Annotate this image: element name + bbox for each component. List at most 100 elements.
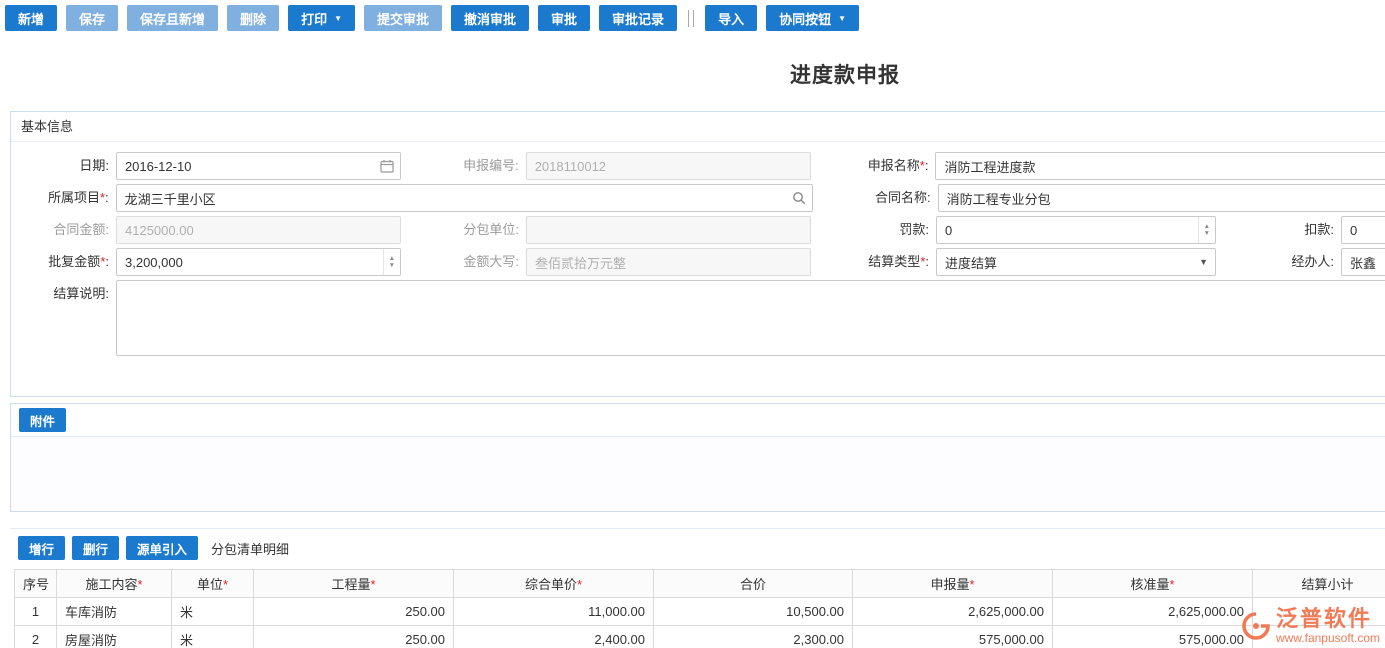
settlement-type-select[interactable]: 进度结算 ▼ (936, 248, 1216, 276)
cell-total-price[interactable]: 10,500.00 (653, 597, 853, 626)
cell-seq: 1 (14, 597, 57, 626)
cell-seq: 2 (14, 625, 57, 648)
number-stepper[interactable]: ▲ ▼ (382, 249, 400, 275)
contract-amount-input: 4125000.00 (116, 216, 401, 244)
date-label: 日期: (79, 158, 109, 173)
penalty-value: 0 (945, 222, 953, 238)
declare-name-label: 申报名称*: (867, 158, 929, 173)
contract-name-label: 合同名称: (875, 190, 931, 205)
cell-unit-price[interactable]: 2,400.00 (453, 625, 654, 648)
step-down-icon[interactable]: ▼ (389, 262, 395, 269)
save-button[interactable]: 保存 (66, 5, 119, 31)
amount-in-words-input: 叁佰贰拾万元整 (526, 248, 811, 276)
step-up-icon[interactable]: ▲ (1204, 223, 1210, 230)
delete-button[interactable]: 删除 (227, 5, 280, 31)
revoke-approval-button[interactable]: 撤消审批 (451, 5, 530, 31)
declare-name-value: 消防工程进度款 (944, 159, 1036, 175)
contract-name-input[interactable]: 消防工程专业分包 (937, 184, 1385, 212)
penalty-input[interactable]: 0 ▲ ▼ (936, 216, 1216, 244)
cell-quantity[interactable]: 250.00 (253, 625, 454, 648)
subcontract-unit-label: 分包单位: (463, 222, 519, 237)
approval-record-button[interactable]: 审批记录 (599, 5, 678, 31)
attachment-empty-area (11, 437, 1385, 511)
detail-toolbar: 增行 删行 源单引入 分包清单明细 (10, 536, 1385, 560)
chevron-down-icon: ▼ (838, 13, 847, 23)
cell-unit-price[interactable]: 11,000.00 (453, 597, 654, 626)
search-icon[interactable] (792, 191, 806, 205)
print-button-label: 打印 (301, 11, 328, 27)
basic-info-panel: 基本信息 日期: 2016-12-10 申报编号: 2018110012 申报名… (10, 111, 1385, 397)
settlement-type-value: 进度结算 (945, 255, 998, 271)
project-label: 所属项目*: (47, 190, 109, 205)
approve-button[interactable]: 审批 (538, 5, 591, 31)
settlement-note-label: 结算说明: (53, 286, 109, 301)
page: 新增 保存 保存且新增 删除 打印 ▼ 提交审批 撤消审批 审批 审批记录 导入 … (0, 0, 1385, 648)
cell-approved-amount[interactable]: 2,625,000.00 (1052, 597, 1253, 626)
col-settlement-subtotal: 结算小计 (1252, 569, 1385, 598)
contract-amount-label: 合同金额: (53, 222, 109, 237)
source-import-button[interactable]: 源单引入 (126, 536, 199, 560)
amount-in-words-label: 金额大写: (463, 254, 519, 269)
deduction-value: 0 (1350, 222, 1358, 238)
col-quantity: 工程量* (253, 569, 454, 598)
cell-declared-amount[interactable]: 575,000.00 (852, 625, 1053, 648)
table-row: 1 车库消防 米 250.00 11,000.00 10,500.00 2,62… (14, 597, 1385, 626)
col-total-price: 合价 (653, 569, 853, 598)
cell-settlement-subtotal[interactable] (1252, 597, 1385, 626)
attachment-header: 附件 (11, 404, 1385, 437)
col-construction-content: 施工内容* (56, 569, 172, 598)
approved-amount-input[interactable]: 3,200,000 ▲ ▼ (116, 248, 401, 276)
col-approved-amount: 核准量* (1052, 569, 1253, 598)
penalty-label: 罚款: (899, 222, 929, 237)
basic-info-form: 日期: 2016-12-10 申报编号: 2018110012 申报名称*: 消… (11, 142, 1385, 396)
cell-total-price[interactable]: 2,300.00 (653, 625, 853, 648)
collab-button[interactable]: 协同按钮 ▼ (766, 5, 860, 31)
import-button[interactable]: 导入 (705, 5, 758, 31)
cell-settlement-subtotal[interactable] (1252, 625, 1385, 648)
declare-no-value: 2018110012 (534, 158, 607, 174)
contract-amount-value: 4125000.00 (125, 222, 194, 238)
delete-row-button[interactable]: 删行 (72, 536, 120, 560)
attachment-button[interactable]: 附件 (19, 408, 67, 432)
cell-approved-amount[interactable]: 575,000.00 (1052, 625, 1253, 648)
cell-unit[interactable]: 米 (171, 625, 254, 648)
date-input[interactable]: 2016-12-10 (115, 152, 401, 180)
toolbar: 新增 保存 保存且新增 删除 打印 ▼ 提交审批 撤消审批 审批 审批记录 导入 … (0, 0, 1385, 31)
new-button[interactable]: 新增 (5, 5, 58, 31)
subcontract-unit-input (526, 216, 811, 244)
declare-name-input[interactable]: 消防工程进度款 (935, 152, 1385, 180)
operator-label: 经办人: (1291, 254, 1334, 269)
cell-construction-content[interactable]: 房屋消防 (56, 625, 172, 648)
cell-construction-content[interactable]: 车库消防 (56, 597, 172, 626)
toolbar-divider (688, 9, 695, 27)
settlement-type-label: 结算类型*: (868, 254, 929, 269)
calendar-icon[interactable] (380, 159, 394, 173)
cell-quantity[interactable]: 250.00 (253, 597, 454, 626)
operator-input[interactable]: 张鑫 (1341, 248, 1385, 276)
detail-table: 序号 施工内容* 单位* 工程量* 综合单价* 合价 申报量* 核准量* 结算小… (14, 569, 1385, 648)
add-row-button[interactable]: 增行 (18, 536, 66, 560)
table-row: 2 房屋消防 米 250.00 2,400.00 2,300.00 575,00… (14, 625, 1385, 648)
page-title: 进度款申报 (790, 64, 900, 87)
collab-button-label: 协同按钮 (779, 11, 832, 27)
approved-amount-label: 批复金额*: (48, 254, 109, 269)
cell-declared-amount[interactable]: 2,625,000.00 (852, 597, 1053, 626)
save-and-new-button[interactable]: 保存且新增 (127, 5, 219, 31)
cell-unit[interactable]: 米 (171, 597, 254, 626)
col-declared-amount: 申报量* (852, 569, 1053, 598)
settlement-note-textarea[interactable] (116, 280, 1385, 356)
operator-value: 张鑫 (1350, 255, 1377, 271)
step-up-icon[interactable]: ▲ (389, 255, 395, 262)
table-header-row: 序号 施工内容* 单位* 工程量* 综合单价* 合价 申报量* 核准量* 结算小… (14, 569, 1385, 598)
col-unit-price: 综合单价* (453, 569, 654, 598)
number-stepper[interactable]: ▲ ▼ (1197, 217, 1215, 243)
declare-no-input: 2018110012 (525, 152, 811, 180)
project-input[interactable]: 龙湖三千里小区 (115, 184, 814, 212)
print-button[interactable]: 打印 ▼ (288, 5, 355, 31)
chevron-down-icon[interactable]: ▼ (1199, 257, 1208, 267)
submit-approval-button[interactable]: 提交审批 (364, 5, 443, 31)
detail-section-title: 分包清单明细 (211, 541, 290, 557)
step-down-icon[interactable]: ▼ (1204, 230, 1210, 237)
deduction-input[interactable]: 0 ▲▼ (1341, 216, 1385, 244)
chevron-down-icon: ▼ (334, 13, 342, 23)
